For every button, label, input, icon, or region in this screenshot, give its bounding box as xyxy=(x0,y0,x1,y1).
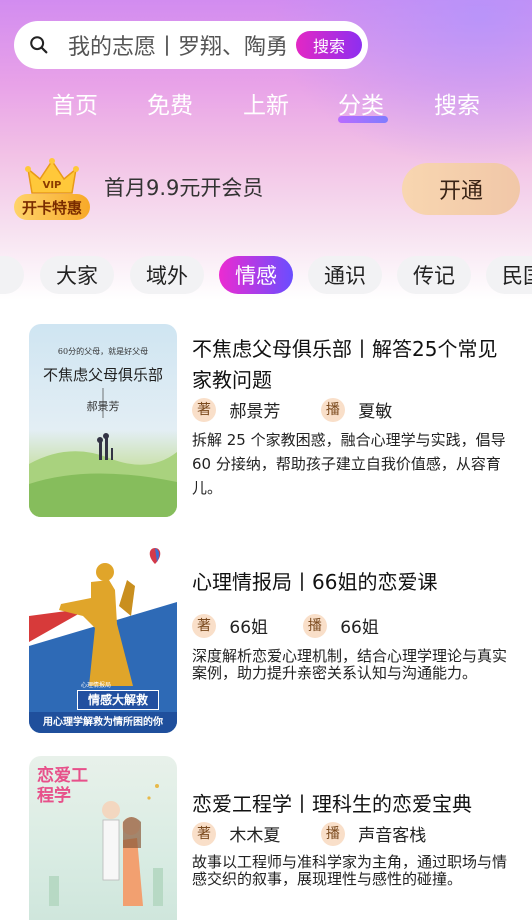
narrator-badge: 播 xyxy=(302,613,327,638)
book-description: 拆解 25 个家教困惑，融合心理学与实践，倡导 60 分接纳，帮助孩子建立自我价… xyxy=(192,431,506,497)
book-author: 66姐 xyxy=(229,618,269,638)
vip-crown-label: VIP xyxy=(43,180,62,191)
book-meta: 著 木木夏 播 声音客栈 xyxy=(192,821,426,847)
book-author: 木木夏 xyxy=(229,826,281,846)
category-chips: 大家 域外 情感 通识 传记 民国 xyxy=(0,256,532,296)
book-cover[interactable]: 心理情报局 情感大解救 用心理学解救为情所困的你 xyxy=(29,546,177,733)
crown-icon: VIP xyxy=(25,158,79,194)
book-cover-title: 不焦虑父母俱乐部 xyxy=(42,366,163,384)
vip-tag: 开卡特惠 xyxy=(14,194,90,220)
book-cover-title: 恋爱工程学 xyxy=(37,766,88,806)
vip-promo-text: 首月9.9元开会员 xyxy=(104,176,264,200)
vip-badge[interactable]: VIP 开卡特惠 xyxy=(14,157,90,223)
book-cover-author: 郝景芳 xyxy=(86,400,120,413)
book-title[interactable]: 恋爱工程学丨理科生的恋爱宝典 xyxy=(192,789,502,820)
book-cover-small: 心理情报局 xyxy=(81,682,112,689)
search-button[interactable]: 搜索 xyxy=(296,31,362,59)
vip-open-button[interactable]: 开通 xyxy=(402,163,520,215)
category-chip-minguo[interactable]: 民国 xyxy=(486,256,532,294)
tab-search[interactable]: 搜索 xyxy=(434,86,480,120)
author-badge: 著 xyxy=(192,397,216,422)
book-title[interactable]: 不焦虑父母俱乐部丨解答25个常见家教问题 xyxy=(192,334,502,396)
book-narrator: 声音客栈 xyxy=(358,826,427,846)
narrator-badge: 播 xyxy=(320,397,345,422)
book-cover[interactable]: 恋爱工程学 xyxy=(29,756,177,920)
book-narrator: 66姐 xyxy=(340,618,379,638)
book-title[interactable]: 心理情报局丨66姐的恋爱课 xyxy=(192,567,502,598)
book-meta: 著 66姐 播 66姐 xyxy=(192,613,379,639)
category-chip-prev[interactable] xyxy=(0,256,24,294)
tab-free[interactable]: 免费 xyxy=(147,86,193,120)
tab-category[interactable]: 分类 xyxy=(338,86,384,120)
book-narrator: 夏敏 xyxy=(358,402,393,422)
category-chip-yuwai[interactable]: 域外 xyxy=(130,256,204,294)
category-chip-dajia[interactable]: 大家 xyxy=(40,256,114,294)
tab-new[interactable]: 上新 xyxy=(243,86,289,120)
book-cover-banner: 情感大解救 xyxy=(77,690,159,710)
search-icon xyxy=(30,36,48,54)
tab-home[interactable]: 首页 xyxy=(52,86,98,120)
narrator-badge: 播 xyxy=(320,821,345,846)
book-description: 故事以工程师与准科学家为主角，通过职场与情感交织的叙事，展现理性与感性的碰撞。 xyxy=(192,853,508,888)
book-description: 深度解析恋爱心理机制，结合心理学理论与真实案例，助力提升亲密关系认知与沟通能力。 xyxy=(192,647,508,682)
author-badge: 著 xyxy=(192,613,216,638)
book-meta: 著 郝景芳 播 夏敏 xyxy=(192,397,392,423)
search-input[interactable]: 我的志愿丨罗翔、陶勇 xyxy=(68,29,304,61)
category-chip-zhuanji[interactable]: 传记 xyxy=(397,256,471,294)
top-nav: 首页 免费 上新 分类 搜索 xyxy=(0,86,532,126)
book-cover[interactable]: 60分的父母，就是好父母 不焦虑父母俱乐部 郝景芳 xyxy=(29,324,177,517)
search-bar[interactable]: 我的志愿丨罗翔、陶勇 搜索 xyxy=(14,21,368,69)
category-chip-qinggan[interactable]: 情感 xyxy=(219,256,293,294)
book-cover-strip: 用心理学解救为情所困的你 xyxy=(29,712,177,733)
category-chip-tongshi[interactable]: 通识 xyxy=(308,256,382,294)
book-author: 郝景芳 xyxy=(229,402,281,422)
author-badge: 著 xyxy=(192,821,216,846)
book-cover-tagline: 60分的父母，就是好父母 xyxy=(57,347,149,356)
